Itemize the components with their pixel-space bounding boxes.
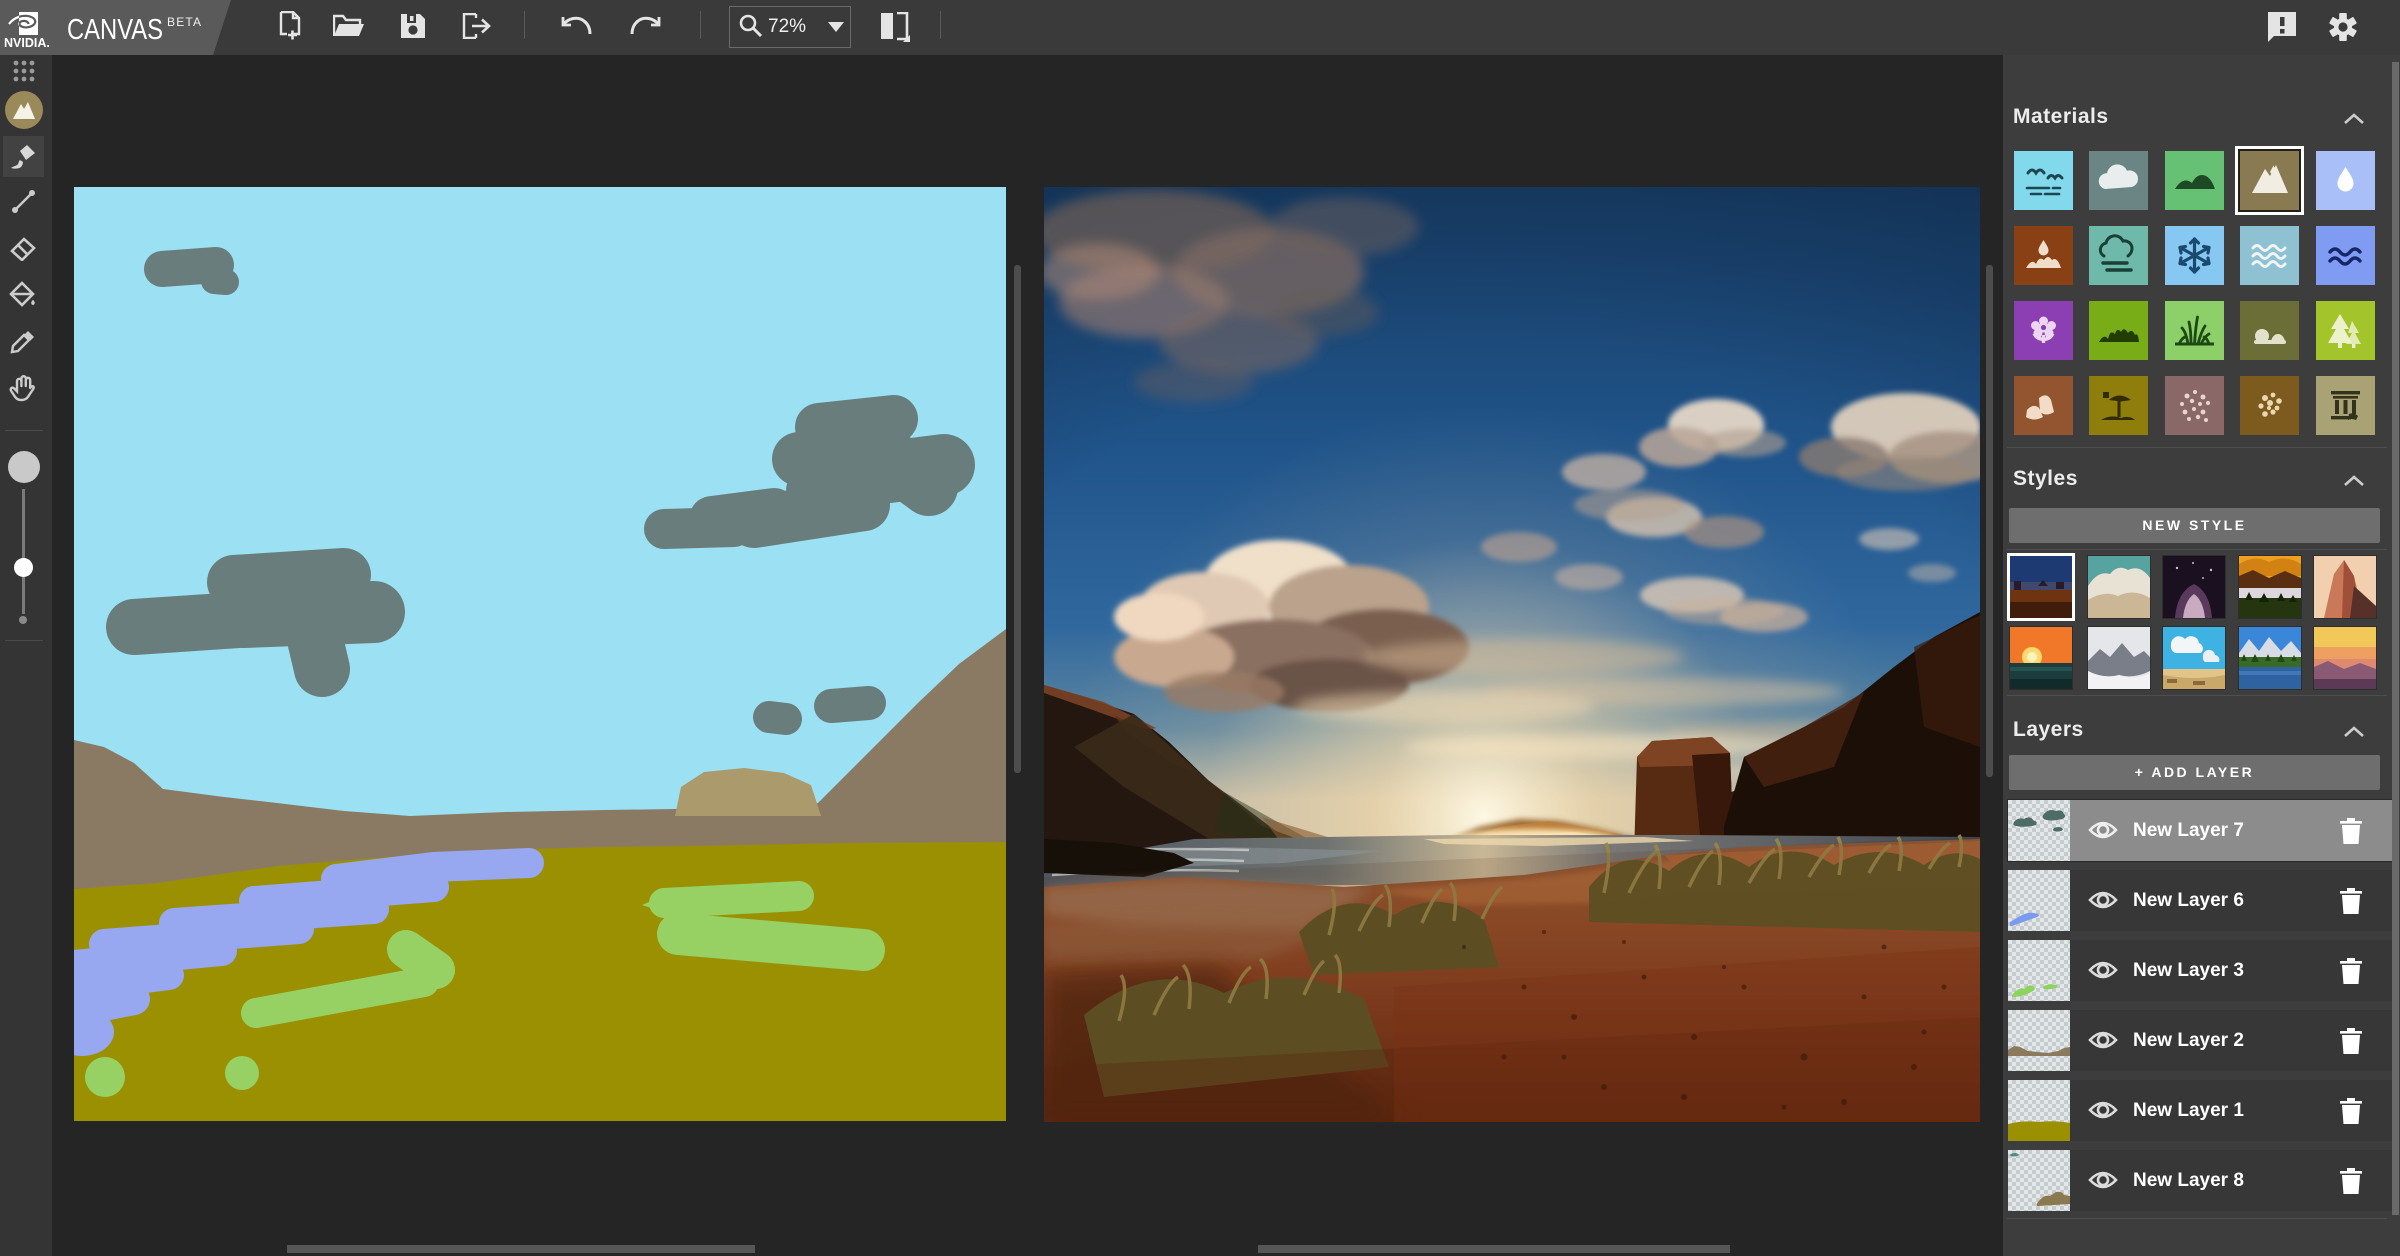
svg-text:NVIDIA.: NVIDIA. [4,36,50,50]
